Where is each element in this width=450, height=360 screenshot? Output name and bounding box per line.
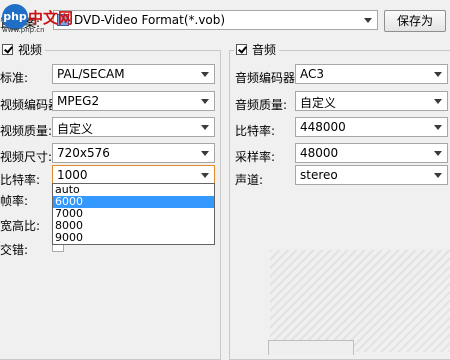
chevron-down-icon	[201, 99, 209, 104]
audio-encoder-value: AC3	[300, 67, 325, 81]
audio-quality-dropdown[interactable]: 自定义	[295, 91, 448, 111]
sample-rate-label: 采样率:	[235, 150, 276, 164]
sample-rate-dropdown[interactable]: 48000	[295, 143, 448, 163]
audio-quality-label: 音频质量:	[235, 98, 288, 112]
interlace-label: 交错:	[0, 243, 29, 257]
standard-value: PAL/SECAM	[57, 67, 125, 81]
chevron-down-icon	[434, 173, 442, 178]
video-size-value: 720x576	[57, 146, 110, 160]
aspect-ratio-label: 宽高比:	[0, 219, 41, 233]
audio-toggle[interactable]: 音频	[234, 41, 280, 58]
video-toggle[interactable]: 视频	[0, 41, 46, 58]
video-bitrate-value: 1000	[57, 168, 88, 182]
watermark-pattern	[270, 250, 450, 352]
bitrate-option[interactable]: 9000	[53, 232, 214, 244]
video-checkbox[interactable]	[2, 44, 13, 55]
channels-value: stereo	[300, 168, 338, 182]
channels-dropdown[interactable]: stereo	[295, 165, 448, 185]
chevron-down-icon	[364, 18, 372, 23]
bitrate-options-list[interactable]: auto 6000 7000 8000 9000	[52, 183, 215, 245]
chevron-down-icon	[201, 173, 209, 178]
video-quality-value: 自定义	[57, 122, 94, 136]
framerate-label: 帧率:	[0, 194, 29, 208]
video-encoder-dropdown[interactable]: MPEG2	[52, 91, 215, 111]
preset-value: DVD-Video Format(*.vob)	[74, 13, 226, 27]
audio-encoder-dropdown[interactable]: AC3	[295, 64, 448, 84]
bottom-button[interactable]	[268, 340, 354, 355]
video-size-dropdown[interactable]: 720x576	[52, 143, 215, 163]
channels-label: 声道:	[235, 173, 264, 187]
audio-checkbox[interactable]	[236, 44, 247, 55]
audio-bitrate-value: 448000	[300, 120, 346, 134]
video-quality-label: 视频质量:	[0, 124, 53, 138]
chevron-down-icon	[434, 72, 442, 77]
chevron-down-icon	[201, 125, 209, 130]
standard-dropdown[interactable]: PAL/SECAM	[52, 64, 215, 84]
chevron-down-icon	[201, 72, 209, 77]
logo-sub: www.php.cn	[2, 26, 45, 34]
video-bitrate-dropdown[interactable]: 1000	[52, 165, 215, 185]
video-size-label: 视频尺寸:	[0, 150, 53, 164]
sample-rate-value: 48000	[300, 146, 339, 160]
preset-dropdown[interactable]: DVD-Video Format(*.vob)	[53, 10, 378, 30]
audio-bitrate-dropdown[interactable]: 448000	[295, 117, 448, 137]
audio-bitrate-label: 比特率:	[235, 124, 276, 138]
video-quality-dropdown[interactable]: 自定义	[52, 117, 215, 137]
audio-title: 音频	[252, 43, 277, 57]
video-bitrate-label: 比特率:	[0, 173, 41, 187]
audio-quality-value: 自定义	[300, 96, 337, 110]
chevron-down-icon	[434, 125, 442, 130]
save-as-button[interactable]: 保存为	[384, 10, 446, 32]
site-logo: php 中文网 www.php.cn	[2, 4, 82, 34]
video-encoder-value: MPEG2	[57, 94, 100, 108]
video-title: 视频	[18, 43, 43, 57]
logo-cn: 中文网	[28, 9, 74, 27]
chevron-down-icon	[434, 99, 442, 104]
standard-label: 标准:	[0, 71, 29, 85]
chevron-down-icon	[434, 151, 442, 156]
audio-encoder-label: 音频编码器:	[235, 71, 300, 85]
chevron-down-icon	[201, 151, 209, 156]
